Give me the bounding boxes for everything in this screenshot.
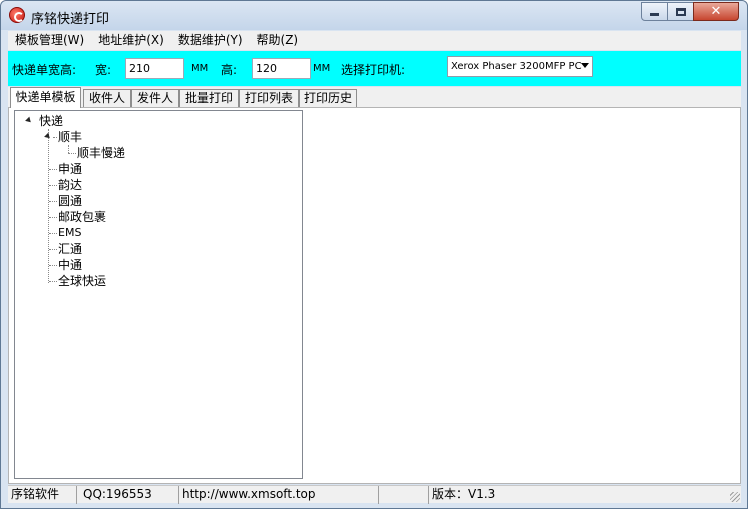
tree-line — [49, 233, 57, 234]
tab-print-history[interactable]: 打印历史 — [299, 89, 357, 108]
close-button[interactable]: ✕ — [693, 2, 739, 21]
menu-help[interactable]: 帮助(Z) — [250, 31, 306, 50]
template-tree[interactable]: 快递 顺丰 顺丰慢递 申通 韵达 圆通 邮政包裹 EMS 汇通 中通 全球快运 — [14, 110, 303, 479]
tree-line — [49, 249, 57, 250]
title-bar[interactable]: 序铭快递打印 ✕ — [1, 1, 747, 30]
tab-strip: 快递单模板 收件人 发件人 批量打印 打印列表 打印历史 — [8, 87, 741, 108]
content-area: 快递 顺丰 顺丰慢递 申通 韵达 圆通 邮政包裹 EMS 汇通 中通 全球快运 — [8, 107, 741, 484]
close-icon: ✕ — [710, 4, 722, 19]
tree-item[interactable]: 申通 — [58, 161, 82, 177]
menu-template[interactable]: 模板管理(W) — [8, 31, 91, 50]
status-spacer — [379, 486, 429, 504]
tree-root[interactable]: 快递 — [39, 113, 63, 129]
tab-sender[interactable]: 发件人 — [131, 89, 179, 108]
tree-item[interactable]: 中通 — [58, 257, 82, 273]
tree-item-sf[interactable]: 顺丰 — [58, 129, 82, 145]
menu-address[interactable]: 地址维护(X) — [91, 31, 171, 50]
tree-item[interactable]: 圆通 — [58, 193, 82, 209]
tab-recipient[interactable]: 收件人 — [83, 89, 131, 108]
tab-template[interactable]: 快递单模板 — [10, 87, 81, 108]
status-company: 序铭软件 — [8, 486, 77, 504]
app-window: 序铭快递打印 ✕ 模板管理(W) 地址维护(X) 数据维护(Y) 帮助(Z) 快… — [0, 0, 748, 509]
expand-icon[interactable] — [25, 116, 33, 125]
chevron-down-icon[interactable] — [581, 63, 589, 68]
tab-batch-print[interactable]: 批量打印 — [179, 89, 239, 108]
tree-line — [53, 137, 57, 138]
height-input[interactable]: 120 — [252, 58, 311, 79]
tree-item[interactable]: 汇通 — [58, 241, 82, 257]
status-url: http://www.xmsoft.top — [179, 486, 379, 504]
tree-line — [49, 169, 57, 170]
tree-line — [49, 281, 57, 282]
printer-label: 选择打印机: — [341, 63, 406, 77]
dimension-bar: 快递单宽高: 宽: 210 MM 高: 120 MM 选择打印机: Xerox … — [8, 51, 741, 86]
width-input[interactable]: 210 — [125, 58, 184, 79]
menu-data[interactable]: 数据维护(Y) — [171, 31, 250, 50]
minimize-icon — [650, 13, 659, 16]
printer-dropdown[interactable]: Xerox Phaser 3200MFP PC — [447, 56, 593, 77]
status-version: 版本：V1.3 — [432, 487, 496, 501]
tree-line — [49, 217, 57, 218]
tree-item[interactable]: 韵达 — [58, 177, 82, 193]
tree-item[interactable]: EMS — [58, 225, 81, 241]
maximize-button[interactable] — [667, 2, 694, 21]
tree-item-sf-child[interactable]: 顺丰慢递 — [77, 145, 125, 161]
tree-item[interactable]: 全球快运 — [58, 273, 106, 289]
printer-value: Xerox Phaser 3200MFP PC — [451, 61, 582, 72]
tree-line — [49, 265, 57, 266]
app-logo-icon[interactable] — [9, 7, 25, 23]
status-bar: 序铭软件 QQ:196553 http://www.xmsoft.top 版本：… — [8, 485, 741, 504]
window-title: 序铭快递打印 — [31, 12, 110, 27]
height-unit: MM — [313, 63, 331, 74]
tree-line — [68, 153, 76, 154]
size-label: 快递单宽高: — [12, 63, 77, 77]
tree-line — [48, 129, 49, 283]
status-qq: QQ:196553 — [80, 486, 179, 504]
width-unit: MM — [191, 63, 209, 74]
maximize-icon — [675, 7, 686, 16]
width-label: 宽: — [95, 63, 112, 77]
tree-item[interactable]: 邮政包裹 — [58, 209, 106, 225]
expand-icon[interactable] — [44, 132, 52, 141]
minimize-button[interactable] — [641, 2, 668, 21]
tab-print-list[interactable]: 打印列表 — [239, 89, 299, 108]
tree-line — [68, 145, 69, 153]
resize-grip-icon[interactable] — [730, 492, 740, 502]
height-label: 高: — [221, 63, 238, 77]
tree-line — [49, 185, 57, 186]
tree-line — [49, 201, 57, 202]
menu-bar: 模板管理(W) 地址维护(X) 数据维护(Y) 帮助(Z) — [8, 31, 741, 50]
